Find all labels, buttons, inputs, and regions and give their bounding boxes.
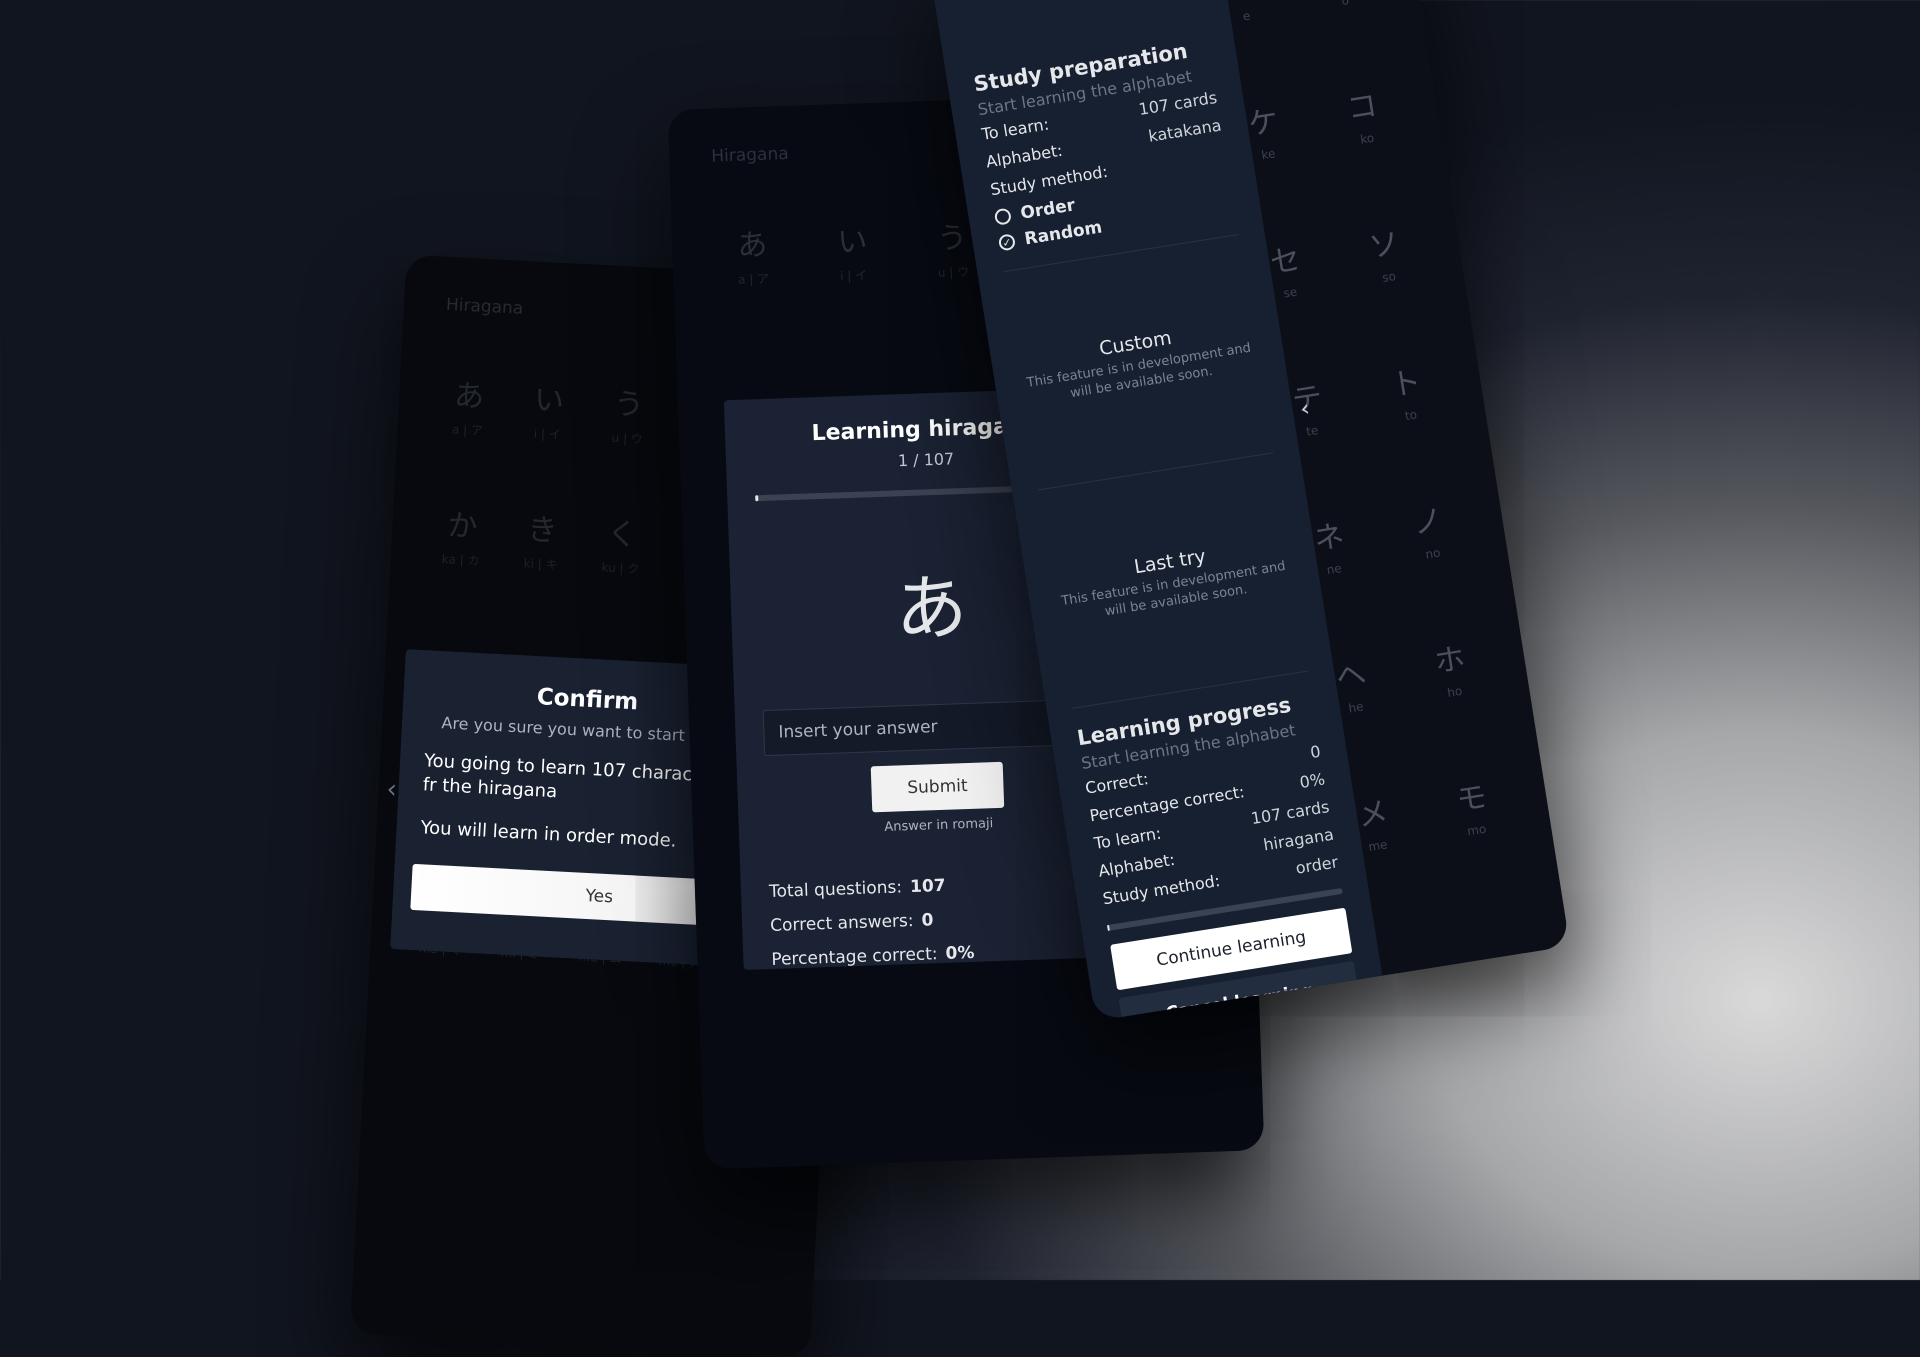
- kana-romaji: ho: [1446, 683, 1464, 700]
- kana-card[interactable]: オo: [1285, 0, 1398, 29]
- radio-label: Random: [1023, 217, 1104, 250]
- kana-romaji: me: [1367, 837, 1389, 855]
- kana-romaji: to: [1403, 407, 1419, 424]
- radio-unchecked-icon: [993, 207, 1013, 226]
- row-value: order: [1294, 851, 1340, 878]
- kana-card[interactable]: ホ ho: [1394, 614, 1507, 721]
- kana-character: コ: [1344, 87, 1380, 128]
- kana-romaji: o: [1340, 0, 1351, 8]
- kana-character: モ: [1454, 779, 1490, 819]
- kana-character: ノ: [1410, 502, 1446, 543]
- progress-fill: [1106, 924, 1111, 931]
- kana-romaji: ne: [1325, 561, 1343, 578]
- kana-character: ヘ: [1333, 656, 1369, 696]
- kana-character: ケ: [1245, 103, 1282, 143]
- kana-character: セ: [1267, 241, 1303, 282]
- kana-romaji: ko: [1359, 130, 1376, 147]
- learning-stats: Total questions: 107 Correct answers: 0 Pe…: [768, 863, 1115, 977]
- kana-romaji: e: [1241, 8, 1252, 24]
- kana-romaji: se: [1282, 284, 1299, 301]
- kana-character: ソ: [1366, 226, 1402, 266]
- kana-character: ト: [1388, 364, 1424, 404]
- custom-mode-card[interactable]: Custom This feature is in development an…: [1006, 253, 1270, 472]
- kana-romaji: so: [1381, 269, 1397, 285]
- submit-button[interactable]: Submit: [870, 761, 1005, 813]
- radio-checked-icon: ✓: [997, 233, 1017, 252]
- stat-label: Percentage correct:: [771, 944, 938, 970]
- chevron-left-icon[interactable]: ‹: [386, 774, 398, 805]
- stat-label: Total questions:: [768, 877, 903, 903]
- stat-label: Correct answers:: [769, 911, 914, 937]
- kana-card[interactable]: ノ no: [1372, 476, 1485, 583]
- row-value: [1224, 141, 1228, 165]
- kana-romaji: ke: [1260, 146, 1277, 163]
- kana-character: ネ: [1311, 518, 1347, 558]
- radio-label: Order: [1019, 195, 1077, 224]
- kana-character: メ: [1355, 794, 1391, 835]
- answer-hint: Answer in romaji: [884, 816, 994, 835]
- row-value: 0: [1308, 741, 1322, 762]
- kana-card[interactable]: モ mo: [1416, 752, 1529, 859]
- kana-card[interactable]: コ ko: [1307, 61, 1420, 168]
- kana-character: ホ: [1432, 641, 1468, 681]
- kana-card[interactable]: ソ so: [1329, 199, 1442, 306]
- progress-fill: [755, 495, 759, 502]
- kana-romaji: mo: [1466, 821, 1488, 839]
- last-try-mode-card[interactable]: Last try This feature is in development …: [1041, 471, 1305, 690]
- kana-romaji: he: [1347, 699, 1365, 716]
- stat-value: 107: [909, 875, 946, 898]
- row-value: 0%: [1298, 768, 1327, 792]
- kana-romaji: te: [1305, 423, 1320, 439]
- kana-card[interactable]: ト to: [1350, 337, 1463, 444]
- stat-value: 0: [921, 910, 934, 931]
- kana-romaji: no: [1424, 545, 1442, 562]
- stat-value: 0%: [945, 942, 975, 964]
